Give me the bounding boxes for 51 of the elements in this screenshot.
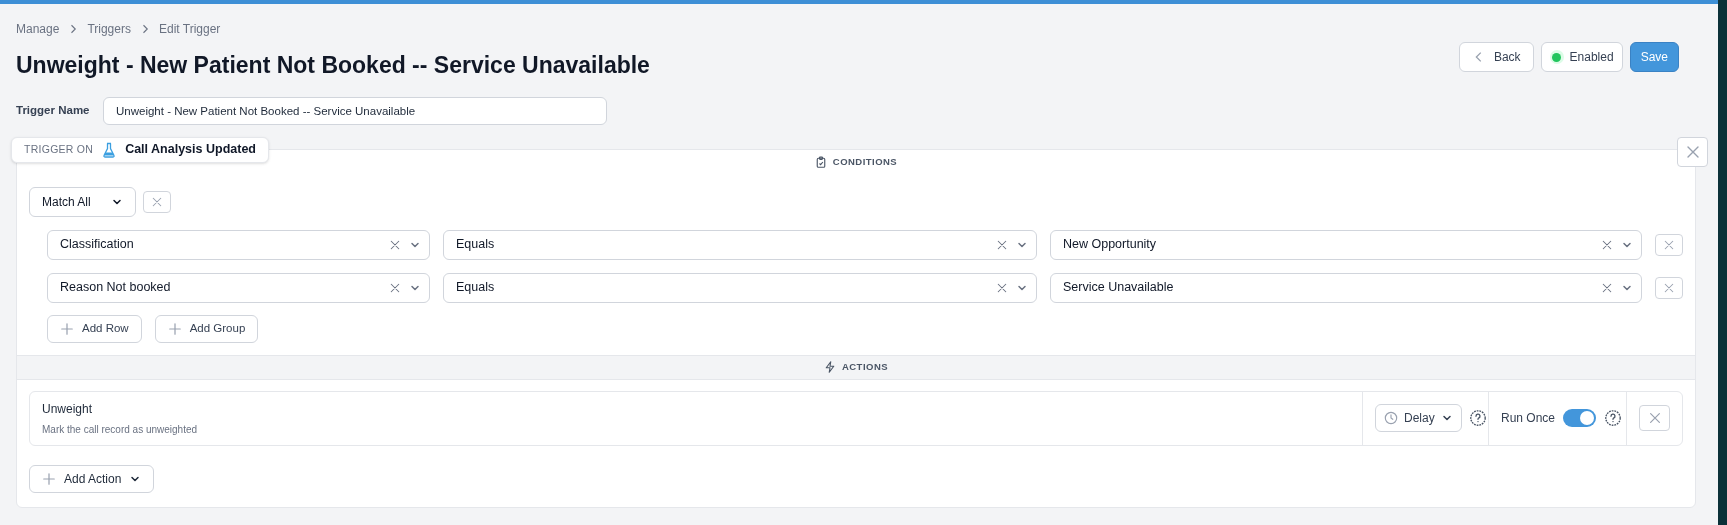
close-icon bbox=[151, 195, 163, 208]
trigger-on-label: TRIGGER ON bbox=[24, 141, 94, 157]
plus-icon bbox=[60, 321, 74, 336]
close-icon bbox=[1647, 411, 1662, 425]
run-once-switch[interactable] bbox=[1563, 409, 1597, 427]
breadcrumb-link[interactable]: Manage bbox=[16, 20, 60, 38]
lightning-icon bbox=[823, 361, 836, 373]
close-icon bbox=[1663, 281, 1675, 294]
select-field[interactable]: Equals bbox=[443, 229, 1037, 260]
clock-icon bbox=[1384, 411, 1398, 425]
status-toggle-button[interactable]: Enabled bbox=[1540, 42, 1623, 72]
trigger-event: Call Analysis Updated bbox=[125, 141, 256, 159]
action-description: Mark the call record as unweighted bbox=[42, 422, 199, 437]
field-label: Trigger Name bbox=[16, 102, 91, 118]
clear-icon bbox=[389, 238, 401, 251]
match-select[interactable]: Match All bbox=[29, 186, 136, 217]
clear-icon bbox=[1601, 281, 1613, 294]
clear-icon bbox=[996, 238, 1008, 251]
action-title: Unweight bbox=[42, 400, 94, 418]
remove-group-button[interactable] bbox=[143, 190, 171, 213]
remove-action-button[interactable] bbox=[1639, 405, 1670, 431]
section-heading: CONDITIONS bbox=[832, 154, 898, 169]
flask-icon bbox=[101, 141, 118, 158]
plus-icon bbox=[167, 321, 182, 336]
select-field[interactable]: Classification bbox=[47, 229, 430, 260]
add-button[interactable]: Add Group bbox=[154, 314, 259, 343]
plus-icon bbox=[42, 471, 56, 486]
add-action-button[interactable]: Add Action bbox=[29, 464, 155, 493]
remove-row-button[interactable] bbox=[1655, 233, 1683, 256]
clear-icon bbox=[996, 281, 1008, 294]
page-title: Unweight - New Patient Not Booked -- Service Unavailable bbox=[16, 51, 650, 80]
toggle-label: Run Once bbox=[1501, 410, 1556, 427]
breadcrumb-link[interactable]: Triggers bbox=[87, 20, 131, 38]
delay-select[interactable]: Delay bbox=[1375, 404, 1462, 432]
section-heading: ACTIONS bbox=[841, 359, 889, 374]
clipboard-icon bbox=[814, 156, 827, 168]
close-button[interactable] bbox=[1677, 136, 1708, 167]
select-field[interactable]: Reason Not booked bbox=[47, 272, 430, 303]
add-button[interactable]: Add Row bbox=[47, 314, 142, 343]
trigger-name-input[interactable]: Unweight - New Patient Not Booked -- Service Unavailable bbox=[103, 96, 607, 125]
clear-icon bbox=[389, 281, 401, 294]
help-icon[interactable] bbox=[1604, 409, 1623, 427]
back-button[interactable]: Back bbox=[1458, 42, 1534, 72]
breadcrumb-link[interactable]: Edit Trigger bbox=[158, 20, 221, 38]
close-icon bbox=[1663, 238, 1675, 251]
clear-icon bbox=[1601, 238, 1613, 251]
help-icon[interactable] bbox=[1468, 409, 1487, 427]
remove-row-button[interactable] bbox=[1655, 276, 1683, 299]
select-field[interactable]: Equals bbox=[443, 272, 1037, 303]
select-field[interactable]: New Opportunity bbox=[1050, 229, 1642, 260]
select-field[interactable]: Service Unavailable bbox=[1050, 272, 1642, 303]
